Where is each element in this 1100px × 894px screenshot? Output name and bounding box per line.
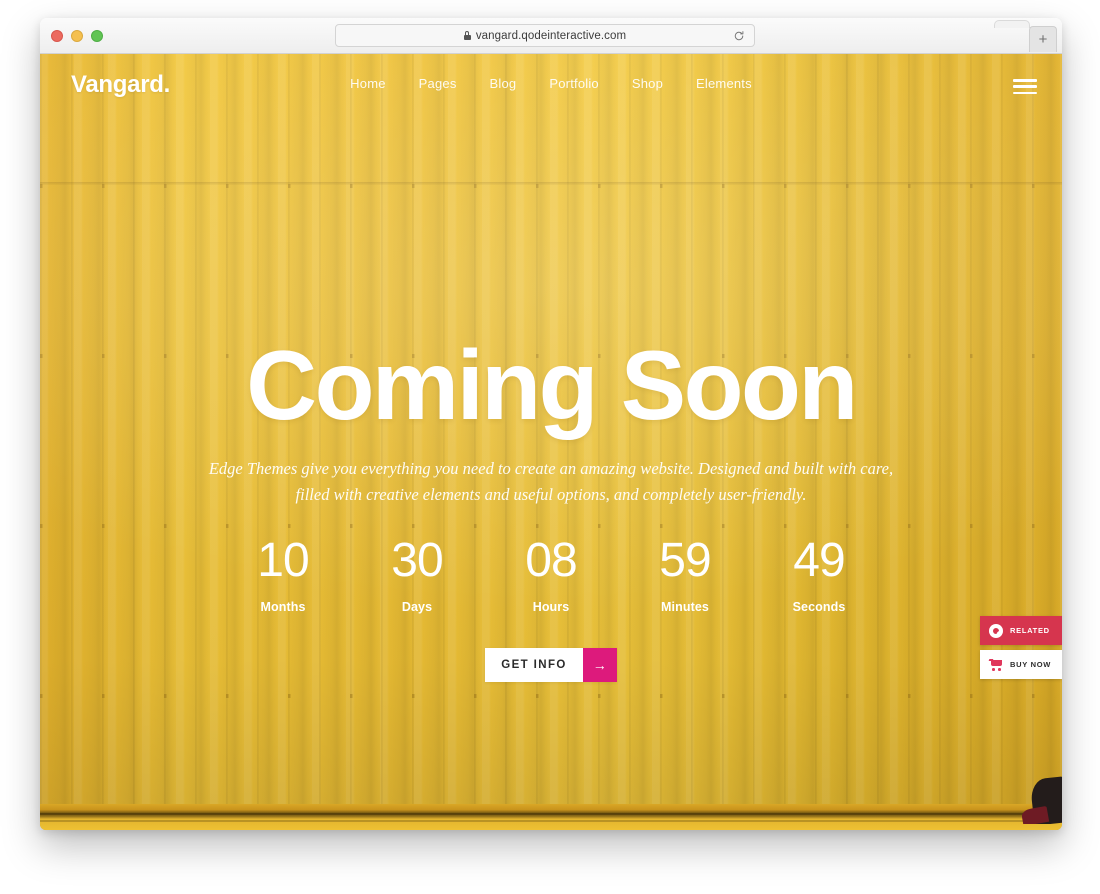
hero-section: Coming Soon Edge Themes give you everyth… (40, 54, 1062, 830)
nav-item-pages[interactable]: Pages (419, 76, 457, 91)
reload-icon[interactable] (733, 30, 745, 42)
countdown-label: Months (260, 600, 306, 615)
countdown-value: 30 (391, 534, 443, 588)
browser-window: vangard.qodeinteractive.com + Vangard. H… (40, 18, 1062, 830)
lock-icon (463, 31, 471, 40)
side-widgets: RELATED BUY NOW (980, 616, 1062, 679)
countdown-value: 10 (257, 534, 309, 588)
nav-item-shop[interactable]: Shop (632, 76, 663, 91)
countdown-timer: 10 Months 30 Days 08 Hours 59 Minutes 49 (216, 534, 886, 615)
cart-icon (988, 658, 1003, 671)
countdown-seconds: 49 Seconds (752, 534, 886, 615)
countdown-label: Hours (532, 600, 570, 615)
tab-stub[interactable] (994, 20, 1030, 28)
hamburger-icon[interactable] (1013, 79, 1037, 94)
countdown-months: 10 Months (216, 534, 350, 615)
hero-subtitle: Edge Themes give you everything you need… (208, 459, 894, 504)
countdown-label: Days (401, 600, 433, 615)
get-info-button[interactable]: GET INFO → (485, 648, 617, 683)
countdown-value: 59 (659, 534, 711, 588)
related-label: RELATED (1010, 626, 1050, 635)
related-button[interactable]: RELATED (980, 616, 1062, 645)
countdown-value: 49 (793, 534, 845, 588)
site-header: Vangard. Home Pages Blog Portfolio Shop … (40, 54, 1062, 116)
nav-item-blog[interactable]: Blog (490, 76, 517, 91)
arrow-right-icon[interactable]: → (582, 648, 617, 683)
get-info-label[interactable]: GET INFO (485, 648, 583, 683)
qode-logo-icon (989, 623, 1003, 638)
buy-now-label: BUY NOW (1010, 660, 1052, 669)
maximize-button[interactable] (91, 30, 103, 42)
countdown-label: Seconds (792, 600, 846, 615)
new-tab-button[interactable]: + (1029, 26, 1057, 52)
main-navigation: Home Pages Blog Portfolio Shop Elements (40, 76, 1062, 91)
close-button[interactable] (51, 30, 63, 42)
url-text: vangard.qodeinteractive.com (475, 29, 627, 42)
countdown-hours: 08 Hours (484, 534, 618, 615)
countdown-label: Minutes (661, 600, 709, 615)
browser-chrome: vangard.qodeinteractive.com + (40, 18, 1062, 54)
address-bar[interactable]: vangard.qodeinteractive.com (335, 24, 755, 47)
minimize-button[interactable] (71, 30, 83, 42)
nav-item-portfolio[interactable]: Portfolio (549, 76, 599, 91)
page-title: Coming Soon (246, 330, 858, 440)
nav-item-home[interactable]: Home (350, 76, 385, 91)
nav-item-elements[interactable]: Elements (696, 76, 752, 91)
page-viewport: Vangard. Home Pages Blog Portfolio Shop … (40, 54, 1062, 830)
countdown-value: 08 (525, 534, 577, 588)
window-controls (51, 30, 103, 42)
countdown-days: 30 Days (350, 534, 484, 615)
countdown-minutes: 59 Minutes (618, 534, 752, 615)
buy-now-button[interactable]: BUY NOW (980, 650, 1062, 679)
